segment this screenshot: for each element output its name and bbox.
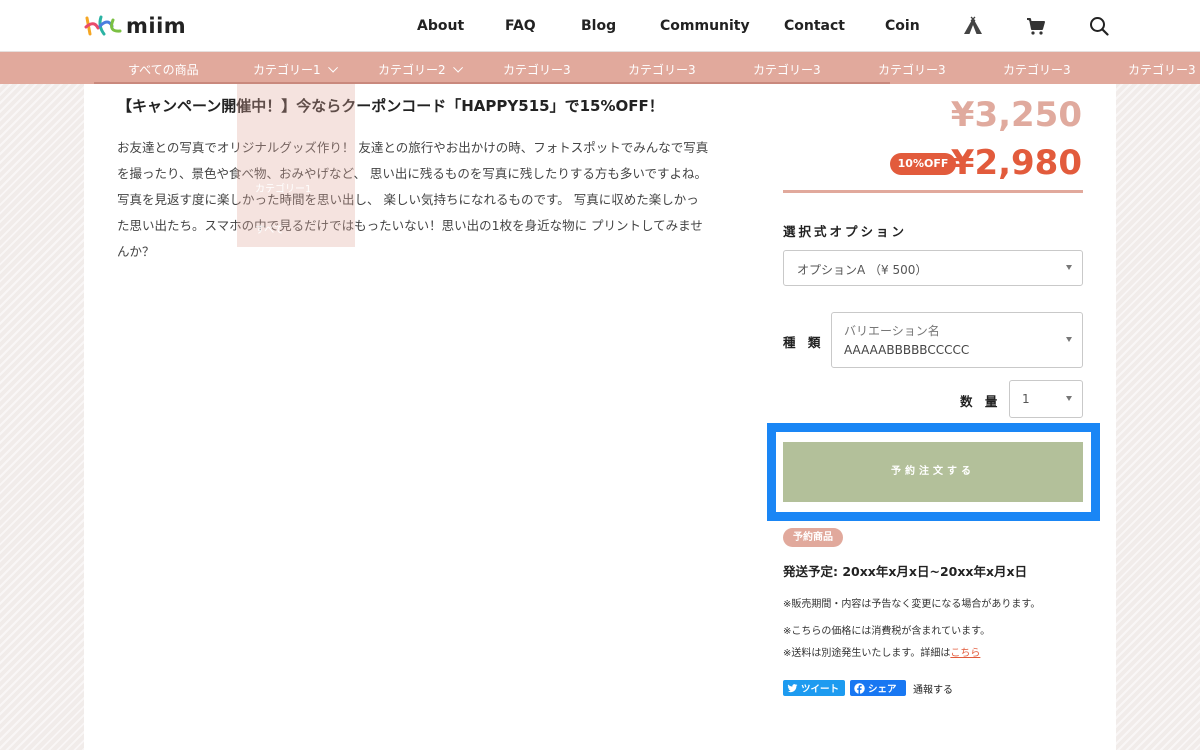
dropdown-item: カテゴリー1 [255, 184, 312, 195]
category-label: カテゴリー3 [878, 63, 946, 77]
preorder-badge: 予約商品 [783, 528, 843, 547]
nav-coin[interactable]: Coin [885, 18, 920, 34]
option-select[interactable]: オプションA （¥ 500） [783, 250, 1083, 286]
cart-icon[interactable] [1026, 16, 1046, 36]
category-label: すべての商品 [128, 63, 199, 77]
logo-mark-icon [84, 15, 122, 36]
description-line: を撮ったり、景色や食べ物、おみやげなど、 思い出に残るものを写真に残したりする方… [117, 166, 707, 181]
tweet-label: ツイート [800, 684, 839, 695]
variation-select[interactable]: バリエーション名 AAAAABBBBBCCCCC [831, 312, 1083, 368]
site-logo[interactable]: miim [84, 13, 186, 39]
site-header: miim About FAQ Blog Community Contact Co… [0, 0, 1200, 52]
category-label: カテゴリー3 [1003, 63, 1071, 77]
dropdown-item: すべて [255, 225, 284, 236]
search-icon[interactable] [1089, 16, 1109, 36]
note-shipping-text: ※送料は別途発生いたします。詳細は [783, 648, 951, 659]
share-row: ツイート シェア 通報する [783, 680, 953, 696]
chevron-down-icon [327, 62, 338, 73]
product-description: お友達との写真でオリジナルグッズ作り！ 友達との旅行やお出かけの時、フォトスポッ… [117, 135, 717, 265]
preorder-button[interactable]: 予約注文する [783, 442, 1083, 502]
category-3d[interactable]: カテゴリー3 [878, 61, 946, 78]
category-label: カテゴリー3 [1128, 63, 1196, 77]
campaign-headline: 【キャンペーン開催中！】今ならクーポンコード「HAPPY515」で15%OFF！ [117, 97, 664, 115]
category-3a[interactable]: カテゴリー3 [503, 61, 571, 78]
category-2[interactable]: カテゴリー2 [378, 61, 463, 78]
tweet-button[interactable]: ツイート [783, 680, 845, 696]
option-select-value: オプションA （¥ 500） [797, 263, 928, 277]
category-1[interactable]: カテゴリー1 [253, 61, 338, 78]
caret-down-icon [1066, 337, 1072, 342]
nav-faq[interactable]: FAQ [505, 18, 536, 34]
option-title: 選択式オプション [783, 224, 908, 239]
quantity-label: 数 量 [960, 394, 1002, 409]
description-line: 写真を見返す度に楽しかった時間を思い出し、 楽しい気持ちになれるものです。 写真… [117, 192, 699, 207]
category-bar: すべての商品 カテゴリー1 カテゴリー2 カテゴリー3 カテゴリー3 カテゴリー… [0, 52, 1200, 84]
category-label: カテゴリー3 [753, 63, 821, 77]
nav-contact[interactable]: Contact [784, 18, 845, 34]
price-divider [783, 190, 1083, 193]
category-label: カテゴリー2 [378, 63, 446, 77]
report-link[interactable]: 通報する [913, 681, 953, 696]
category-label: カテゴリー1 [253, 63, 321, 77]
facebook-share-button[interactable]: シェア [850, 680, 906, 696]
variation-select-value: AAAAABBBBBCCCCC [844, 343, 970, 357]
tent-icon[interactable] [963, 16, 983, 36]
category-3b[interactable]: カテゴリー3 [628, 61, 696, 78]
description-line: お友達との写真でオリジナルグッズ作り！ 友達との旅行やお出かけの時、フォトスポッ… [117, 140, 709, 155]
category-label: カテゴリー3 [503, 63, 571, 77]
category-label: カテゴリー3 [628, 63, 696, 77]
note-shipping: ※送料は別途発生いたします。詳細はこちら [783, 644, 980, 659]
description-line: た思い出たち。スマホの中で見るだけではもったいない！思い出の1枚を身近な物に プ… [117, 218, 703, 233]
nav-community[interactable]: Community [660, 18, 750, 34]
bird-icon [787, 683, 798, 692]
category-3e[interactable]: カテゴリー3 [1003, 61, 1071, 78]
caret-down-icon [1066, 396, 1072, 401]
sale-price: ¥2,980 [950, 143, 1082, 183]
quantity-value: 1 [1022, 392, 1030, 406]
category-3c[interactable]: カテゴリー3 [753, 61, 821, 78]
variation-select-placeholder: バリエーション名 [844, 324, 940, 338]
chevron-down-icon [452, 62, 463, 73]
note-tax: ※こちらの価格には消費税が含まれています。 [783, 626, 991, 637]
original-price: ¥3,250 [950, 95, 1082, 135]
quantity-select[interactable]: 1 [1009, 380, 1083, 418]
shipping-date: 発送予定: 20xx年x月x日~20xx年x月x日 [783, 564, 1028, 579]
caret-down-icon [1066, 265, 1072, 270]
logo-text: miim [126, 14, 187, 38]
discount-badge: 10%OFF [890, 153, 956, 175]
category-3f[interactable]: カテゴリー3 [1128, 61, 1196, 78]
facebook-share-label: シェア [868, 684, 897, 695]
category-dropdown-ghost: カテゴリー1 すべて [237, 84, 355, 247]
description-line: んか？ [117, 244, 155, 259]
note-sales-period: ※販売期間・内容は予告なく変更になる場合があります。 [783, 599, 1041, 610]
nav-about[interactable]: About [417, 18, 464, 34]
category-all[interactable]: すべての商品 [128, 61, 199, 78]
nav-blog[interactable]: Blog [581, 18, 616, 34]
details-link[interactable]: こちら [950, 648, 980, 659]
variation-label: 種 類 [783, 335, 825, 350]
facebook-icon [854, 682, 865, 694]
